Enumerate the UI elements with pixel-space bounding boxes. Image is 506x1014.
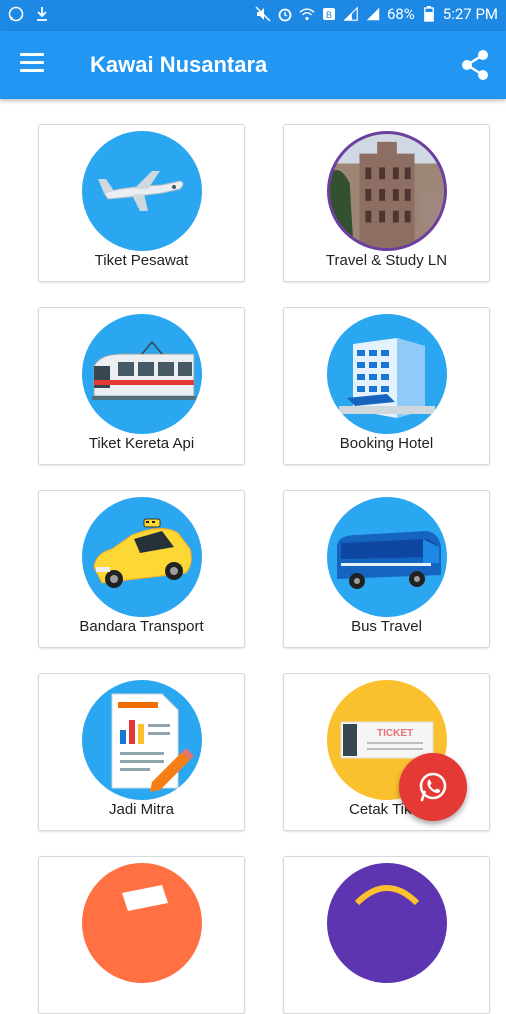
menu-item-jadi-mitra[interactable]: Jadi Mitra bbox=[38, 673, 245, 831]
menu-item-label: Bus Travel bbox=[351, 618, 422, 635]
whatsapp-fab[interactable] bbox=[399, 753, 467, 821]
bus-icon bbox=[327, 497, 447, 617]
alarm-icon bbox=[277, 5, 293, 23]
svg-text:TICKET: TICKET bbox=[377, 728, 413, 739]
document-chart-icon bbox=[82, 680, 202, 800]
menu-item-travel-study[interactable]: Travel & Study LN bbox=[283, 124, 490, 282]
whatsapp-notification-icon bbox=[8, 5, 24, 23]
data-saver-icon: B bbox=[321, 5, 337, 23]
battery-percent: 68% bbox=[386, 5, 415, 23]
menu-item-label: Bandara Transport bbox=[79, 618, 204, 635]
building-photo-icon bbox=[327, 131, 447, 251]
menu-item-bus-travel[interactable]: Bus Travel bbox=[283, 490, 490, 648]
mute-icon bbox=[255, 5, 271, 23]
taxi-icon bbox=[82, 497, 202, 617]
wifi-icon bbox=[299, 5, 315, 23]
signal-icon bbox=[343, 5, 359, 23]
partial-item-icon bbox=[327, 863, 447, 983]
share-icon[interactable] bbox=[458, 48, 492, 82]
menu-item-bandara-transport[interactable]: Bandara Transport bbox=[38, 490, 245, 648]
menu-item-tiket-pesawat[interactable]: Tiket Pesawat bbox=[38, 124, 245, 282]
menu-item-label: Tiket Pesawat bbox=[94, 252, 189, 269]
whatsapp-icon bbox=[419, 772, 447, 802]
menu-item-partial-2[interactable] bbox=[283, 856, 490, 1014]
menu-item-label: Booking Hotel bbox=[339, 435, 434, 452]
menu-item-booking-hotel[interactable]: Booking Hotel bbox=[283, 307, 490, 465]
airplane-icon bbox=[82, 131, 202, 251]
menu-item-tiket-kereta-api[interactable]: Tiket Kereta Api bbox=[38, 307, 245, 465]
menu-item-partial-1[interactable] bbox=[38, 856, 245, 1014]
menu-item-label: Jadi Mitra bbox=[108, 801, 175, 818]
partial-item-icon bbox=[82, 863, 202, 983]
menu-item-label: Travel & Study LN bbox=[325, 252, 448, 269]
clock: 5:27 PM bbox=[442, 5, 498, 23]
menu-item-label: Tiket Kereta Api bbox=[88, 435, 195, 452]
svg-text:B: B bbox=[326, 10, 332, 20]
hamburger-menu-icon[interactable] bbox=[20, 53, 50, 77]
status-bar: B 68% 5:27 PM bbox=[0, 0, 506, 31]
app-title: Kawai Nusantara bbox=[90, 52, 268, 77]
app-bar: Kawai Nusantara bbox=[0, 31, 506, 99]
hotel-icon bbox=[327, 314, 447, 434]
signal-icon-2 bbox=[365, 5, 381, 23]
train-icon bbox=[82, 314, 202, 434]
download-icon bbox=[34, 5, 50, 23]
battery-icon bbox=[421, 5, 437, 23]
